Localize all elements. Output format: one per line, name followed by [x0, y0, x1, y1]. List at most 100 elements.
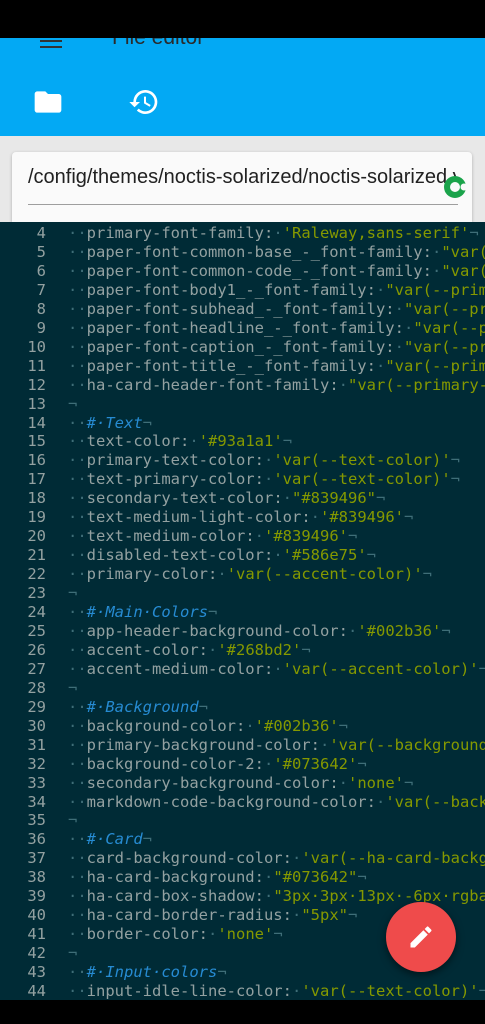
yaml-key: ha-card-border-radius [86, 906, 283, 925]
yaml-value: '#073642' [273, 754, 358, 773]
code-line: 20 ··text-medium-color:·'#839496'¬ [0, 527, 485, 546]
code-line: 5 ··paper-font-common-base_-_font-family:… [0, 243, 485, 262]
yaml-value: 'var(--text-color)' [273, 470, 451, 489]
line-content: ··accent-color:·'#268bd2'¬ [68, 640, 311, 659]
line-content: ··paper-font-common-code_-_font-family:·… [68, 262, 485, 281]
yaml-comment: #·Card [86, 830, 143, 849]
line-content: ··ha-card-background:·"#073642"¬ [68, 868, 367, 887]
line-content: ··ha-card-header-font-family:·"var(--pri… [68, 376, 485, 395]
yaml-key: ha-card-header-font-family [86, 375, 330, 394]
line-number: 29 [27, 697, 46, 716]
file-path-input[interactable]: /config/themes/noctis-solarized/noctis-s… [28, 166, 458, 189]
line-number: 34 [27, 792, 46, 811]
yaml-key: secondary-background-color [86, 773, 330, 792]
line-number: 41 [27, 925, 46, 944]
line-content: ¬ [68, 584, 78, 603]
yaml-key: paper-font-common-base_-_font-family [86, 242, 423, 261]
yaml-value: 'var(--accent-color)' [282, 659, 479, 678]
code-line: 23 ¬ [0, 584, 485, 603]
line-content: ··card-background-color:·'var(--ha-card-… [68, 849, 485, 868]
yaml-key: primary-background-color [86, 735, 311, 754]
line-content: ··paper-font-title_-_font-family:·"var(-… [68, 357, 485, 376]
yaml-value: 'none' [348, 773, 404, 792]
yaml-key: disabled-text-color [86, 546, 264, 565]
code-line: 37 ··card-background-color:·'var(--ha-car… [0, 849, 485, 868]
line-number: 17 [27, 470, 46, 489]
history-icon[interactable] [128, 86, 160, 118]
line-content: ··text-color:·'#93a1a1'¬ [68, 432, 293, 451]
line-number: 20 [27, 527, 46, 546]
yaml-key: app-header-background-color [86, 621, 339, 640]
folder-icon[interactable] [32, 86, 64, 118]
yaml-value: '#839496' [264, 527, 348, 546]
line-number: 15 [27, 432, 46, 451]
line-content: ··background-color-2:·'#073642'¬ [68, 754, 367, 773]
code-line: 18 ··secondary-text-color:·"#839496"¬ [0, 489, 485, 508]
yaml-key: primary-font-family [86, 224, 264, 242]
code-line: 16 ··primary-text-color:·'var(--text-colo… [0, 451, 485, 470]
line-content: ··primary-background-color:·'var(--backg… [68, 736, 485, 755]
line-content: ··#·Background¬ [68, 697, 208, 716]
line-content: ··app-header-background-color:·'#002b36'… [68, 621, 451, 640]
line-content: ··input-idle-line-color:·'var(--text-col… [68, 982, 485, 1000]
line-content: ··primary-color:·'var(--accent-color)'¬ [68, 565, 432, 584]
line-content: ··markdown-code-background-color:·'var(-… [68, 793, 485, 812]
code-line: 7 ··paper-font-body1_-_font-family:·"var(… [0, 281, 485, 300]
line-content: ··text-primary-color:·'var(--text-color)… [68, 470, 460, 489]
line-number: 16 [27, 451, 46, 470]
code-line: 34 ··markdown-code-background-color:·'var… [0, 793, 485, 812]
yaml-key: primary-color [86, 565, 208, 584]
status-bar [0, 0, 485, 38]
file-path-panel: /config/themes/noctis-solarized/noctis-s… [0, 136, 485, 222]
yaml-comment: #·Main·Colors [86, 603, 208, 621]
yaml-value: "#839496" [292, 489, 376, 508]
code-line: 22 ··primary-color:·'var(--accent-color)'… [0, 565, 485, 584]
yaml-key: paper-font-title_-_font-family [86, 356, 367, 375]
code-line: 12 ··ha-card-header-font-family:·"var(--p… [0, 376, 485, 395]
line-content: ··paper-font-common-base_-_font-family:·… [68, 243, 485, 262]
line-number: 19 [27, 508, 46, 527]
line-content: ··primary-font-family:·'Raleway,sans-ser… [68, 224, 479, 242]
line-content: ··background-color:·'#002b36'¬ [68, 716, 349, 735]
code-line: 14 ··#·Text¬ [0, 414, 485, 433]
yaml-value: "var(--primary-font-family)" [348, 375, 485, 394]
line-content: ··secondary-text-color:·"#839496"¬ [68, 489, 386, 508]
line-content: ··paper-font-headline_-_font-family:·"va… [68, 319, 485, 338]
line-number: 7 [36, 280, 46, 299]
edit-fab-button[interactable] [386, 902, 456, 972]
line-number: 22 [27, 565, 46, 584]
yaml-key: paper-font-common-code_-_font-family [86, 261, 423, 280]
line-number: 42 [27, 944, 46, 963]
code-line: 17 ··text-primary-color:·'var(--text-colo… [0, 470, 485, 489]
yaml-value: 'var(--ha-card-background)' [301, 849, 485, 868]
yaml-key: ha-card-box-shadow [86, 887, 255, 906]
line-number: 44 [27, 982, 46, 1000]
line-content: ··#·Text¬ [68, 413, 153, 432]
yaml-value: '#002b36' [254, 716, 339, 735]
code-line: 44 ··input-idle-line-color:·'var(--text-c… [0, 982, 485, 1000]
code-line: 29 ··#·Background¬ [0, 698, 485, 717]
line-number: 36 [27, 830, 46, 849]
yaml-key: text-medium-light-color [86, 508, 302, 527]
line-number: 11 [27, 356, 46, 375]
pencil-icon [410, 926, 432, 948]
yaml-value: "var(--primary-font-family)" [441, 261, 485, 280]
yaml-key: card-background-color [86, 849, 283, 868]
yaml-key: background-color-2 [86, 754, 255, 773]
yaml-value: '#586e75' [282, 546, 367, 565]
code-line: 9 ··paper-font-headline_-_font-family:·"v… [0, 319, 485, 338]
yaml-value: "var(--primary-font-family)" [403, 299, 485, 318]
code-line: 28 ¬ [0, 679, 485, 698]
yaml-value: '#839496' [320, 508, 404, 527]
yaml-key: ha-card-background [86, 868, 255, 887]
line-number: 10 [27, 337, 46, 356]
menu-icon[interactable] [40, 38, 62, 48]
line-number: 30 [27, 716, 46, 735]
yaml-value: 'none' [217, 925, 274, 944]
yaml-key: border-color [86, 925, 199, 944]
file-path-field[interactable]: /config/themes/noctis-solarized/noctis-s… [12, 152, 472, 222]
code-editor[interactable]: 4 ··primary-font-family:·'Raleway,sans-se… [0, 222, 485, 1000]
code-line: 8 ··paper-font-subhead_-_font-family:·"va… [0, 300, 485, 319]
line-number: 8 [36, 299, 46, 318]
yaml-value: "3px·3px·13px·-6px·rgba(0,0,0,0.5)" [273, 887, 485, 906]
